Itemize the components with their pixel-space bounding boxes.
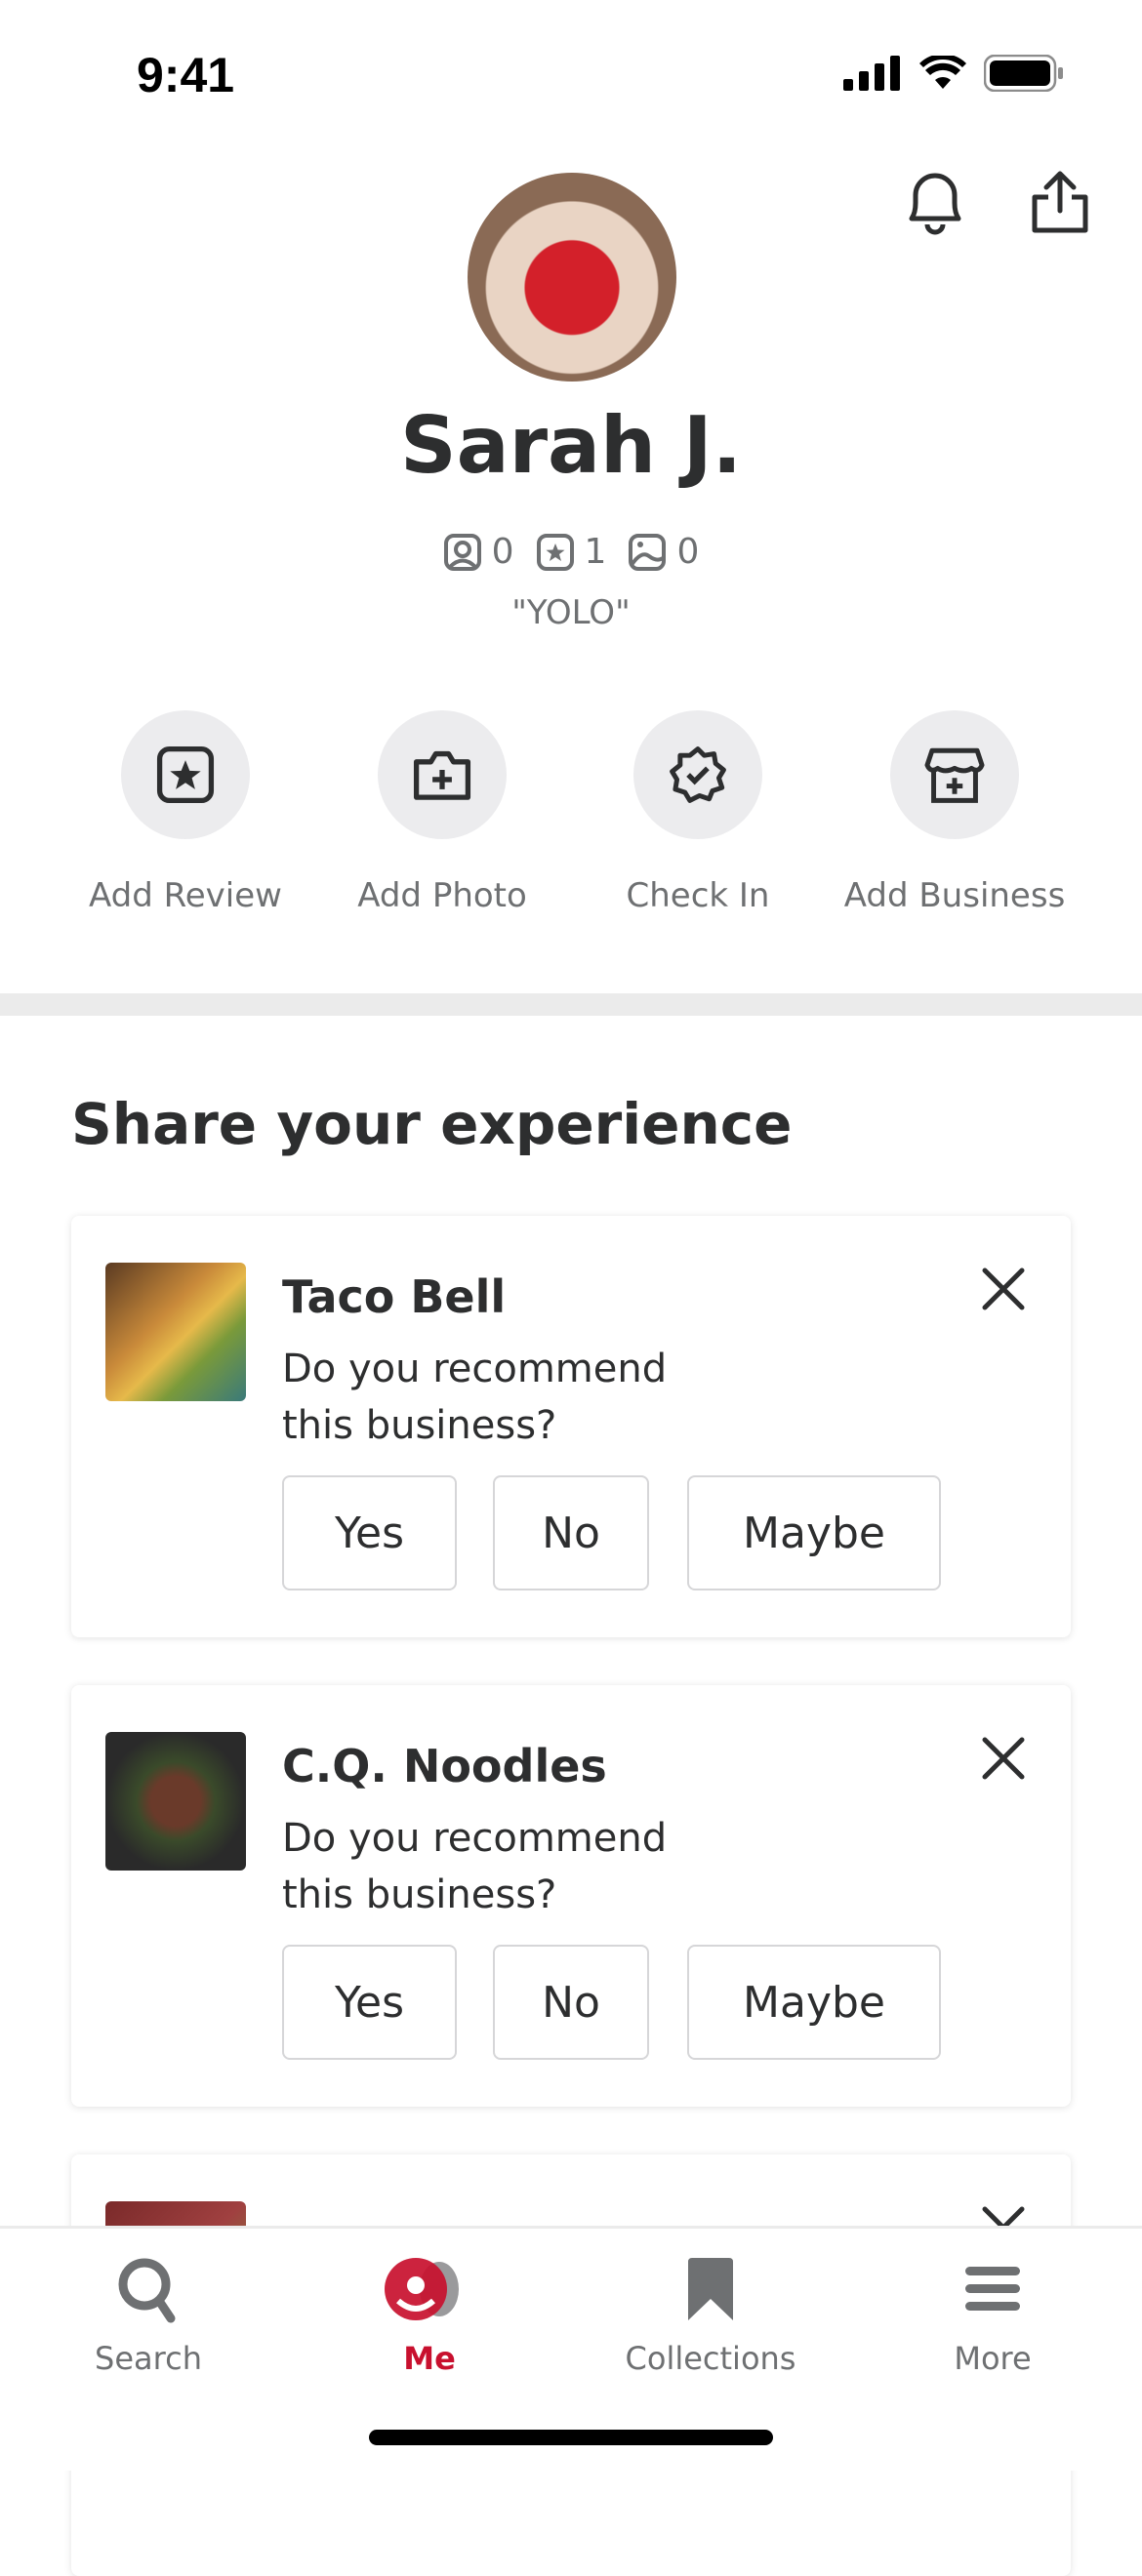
signal-icon xyxy=(843,56,900,91)
photo-icon xyxy=(629,533,667,571)
friends-icon xyxy=(443,533,481,571)
reviews-count: 1 xyxy=(584,532,607,572)
photos-stat: 0 xyxy=(628,532,699,572)
tab-more[interactable]: More xyxy=(885,2250,1100,2377)
business-name[interactable]: Taco Bell xyxy=(282,1270,506,1323)
business-photo[interactable] xyxy=(105,1732,246,1871)
menu-icon xyxy=(965,2267,1020,2311)
section-divider xyxy=(0,993,1142,1016)
wifi-icon xyxy=(919,56,966,89)
tab-label: Collections xyxy=(625,2340,796,2377)
business-photo[interactable] xyxy=(105,1263,246,1401)
no-button[interactable]: No xyxy=(493,1945,649,2060)
business-name[interactable]: C.Q. Noodles xyxy=(282,1740,607,1792)
battery-icon xyxy=(984,55,1063,92)
add-review-label: Add Review xyxy=(89,876,282,915)
recommend-question: Do you recommend this business? xyxy=(282,1347,668,1448)
profile-stats: 0 1 0 xyxy=(0,532,1142,572)
status-time: 9:41 xyxy=(137,48,235,102)
tab-label: More xyxy=(954,2340,1032,2377)
me-icon xyxy=(385,2258,459,2320)
section-title: Share your experience xyxy=(71,1091,793,1157)
reviews-stat: 1 xyxy=(536,532,607,572)
photos-count: 0 xyxy=(676,532,700,572)
friends-stat: 0 xyxy=(443,532,514,572)
profile-name: Sarah J. xyxy=(400,400,742,491)
camera-plus-icon xyxy=(413,750,471,800)
friends-count: 0 xyxy=(491,532,514,572)
add-review-button[interactable]: Add Review xyxy=(59,710,312,915)
bell-icon[interactable] xyxy=(902,168,968,238)
review-star-icon xyxy=(536,533,574,571)
tab-label: Me xyxy=(403,2340,456,2377)
add-business-label: Add Business xyxy=(843,876,1066,915)
maybe-button[interactable]: Maybe xyxy=(687,1945,941,2060)
tab-search[interactable]: Search xyxy=(41,2250,256,2377)
close-icon[interactable] xyxy=(979,1734,1028,1783)
share-icon[interactable] xyxy=(1029,168,1091,238)
recommend-card: C.Q. Noodles Do you recommend this busin… xyxy=(71,1685,1071,2107)
search-icon xyxy=(118,2258,176,2323)
recommend-question: Do you recommend this business? xyxy=(282,1816,668,1917)
add-photo-label: Add Photo xyxy=(357,876,527,915)
check-in-label: Check In xyxy=(626,876,770,915)
tab-me[interactable]: Me xyxy=(322,2250,537,2377)
star-square-icon xyxy=(156,745,215,804)
storefront-plus-icon xyxy=(924,747,985,803)
tab-collections[interactable]: Collections xyxy=(603,2250,818,2377)
tab-label: Search xyxy=(95,2340,202,2377)
maybe-button[interactable]: Maybe xyxy=(687,1475,941,1590)
yes-button[interactable]: Yes xyxy=(282,1475,457,1590)
no-button[interactable]: No xyxy=(493,1475,649,1590)
status-icons xyxy=(843,55,1064,92)
add-photo-button[interactable]: Add Photo xyxy=(315,710,569,915)
bookmark-icon xyxy=(688,2258,733,2320)
add-business-button[interactable]: Add Business xyxy=(828,710,1081,915)
recommend-card: Taco Bell Do you recommend this business… xyxy=(71,1216,1071,1637)
home-indicator[interactable] xyxy=(369,2430,773,2445)
avatar[interactable] xyxy=(468,173,676,382)
close-icon[interactable] xyxy=(979,1265,1028,1313)
check-in-button[interactable]: Check In xyxy=(571,710,825,915)
profile-tagline: "YOLO" xyxy=(511,593,631,632)
yes-button[interactable]: Yes xyxy=(282,1945,457,2060)
badge-check-icon xyxy=(670,746,726,803)
